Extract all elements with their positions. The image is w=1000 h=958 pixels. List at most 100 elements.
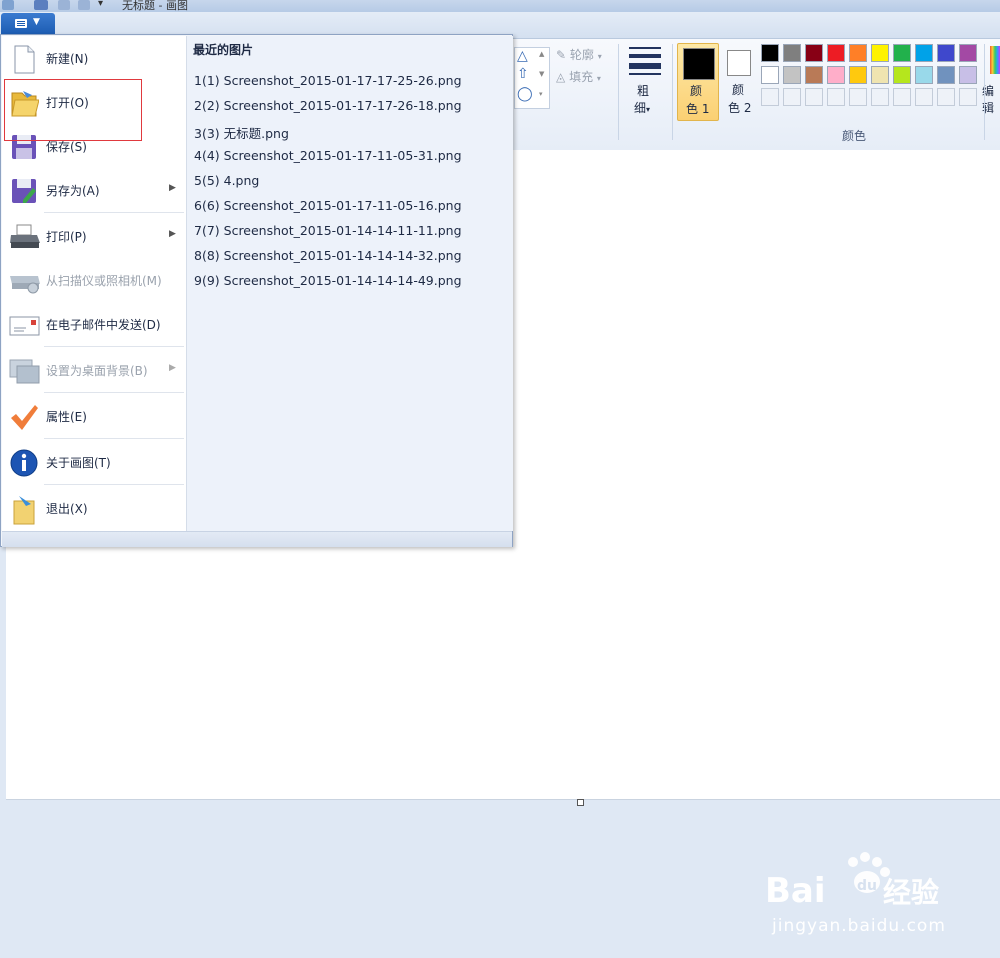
line-size-icon bbox=[629, 47, 661, 75]
menu-item-label: 另存为(A) bbox=[46, 184, 100, 198]
save-as-icon bbox=[9, 176, 39, 206]
gallery-scroll-down-icon[interactable]: ▼ bbox=[539, 70, 544, 78]
recent-item[interactable]: 6(6) Screenshot_2015-01-17-11-05-16.png bbox=[194, 198, 462, 213]
recent-item[interactable]: 5(5) 4.png bbox=[194, 173, 259, 188]
palette-swatch[interactable] bbox=[849, 66, 867, 84]
recent-item[interactable]: 9(9) Screenshot_2015-01-14-14-14-49.png bbox=[194, 273, 462, 288]
svg-text:du: du bbox=[857, 878, 877, 894]
palette-swatch[interactable] bbox=[937, 66, 955, 84]
palette-swatch[interactable] bbox=[783, 44, 801, 62]
palette-swatch[interactable] bbox=[805, 66, 823, 84]
menu-separator bbox=[44, 484, 184, 485]
menu-item-print[interactable]: 打印(P) ▶ bbox=[1, 214, 185, 258]
edit-colors-icon[interactable] bbox=[990, 46, 1000, 74]
fill-dropdown[interactable]: ◬ 填充 ▾ bbox=[556, 68, 601, 85]
menu-item-properties[interactable]: 属性(E) bbox=[1, 394, 185, 438]
recent-item[interactable]: 2(2) Screenshot_2015-01-17-17-26-18.png bbox=[194, 98, 462, 113]
palette-swatch[interactable] bbox=[761, 66, 779, 84]
quick-save-icon[interactable] bbox=[34, 0, 48, 10]
menu-separator bbox=[44, 438, 184, 439]
undo-icon[interactable] bbox=[58, 0, 70, 10]
menu-footer bbox=[2, 531, 512, 547]
custom-color-slot[interactable] bbox=[805, 88, 823, 106]
color-palette bbox=[761, 44, 983, 112]
submenu-arrow-icon: ▶ bbox=[169, 183, 176, 193]
custom-color-slot[interactable] bbox=[937, 88, 955, 106]
palette-swatch[interactable] bbox=[849, 44, 867, 62]
paint-app-icon[interactable] bbox=[2, 0, 14, 10]
watermark-site-text: jingyan.baidu.com bbox=[772, 916, 946, 936]
svg-text:Bai: Bai bbox=[765, 871, 826, 911]
menu-item-save-as[interactable]: 另存为(A) ▶ bbox=[1, 168, 185, 212]
palette-swatch[interactable] bbox=[893, 44, 911, 62]
palette-swatch[interactable] bbox=[805, 44, 823, 62]
custom-color-slot[interactable] bbox=[959, 88, 977, 106]
submenu-arrow-icon: ▶ bbox=[169, 229, 176, 239]
shapes-gallery[interactable]: △ ⇧ ◯ ▲ ▼ ▾ bbox=[514, 47, 550, 109]
menu-separator bbox=[44, 212, 184, 213]
menu-item-email[interactable]: 在电子邮件中发送(D) bbox=[1, 302, 185, 346]
menu-item-exit[interactable]: 退出(X) bbox=[1, 486, 185, 530]
menu-item-about[interactable]: 关于画图(T) bbox=[1, 440, 185, 484]
custom-color-slot[interactable] bbox=[783, 88, 801, 106]
color2-button[interactable]: 颜 色 2 bbox=[722, 43, 758, 121]
color1-label-line1: 颜 bbox=[690, 84, 703, 98]
size-button[interactable]: 粗 细▾ bbox=[626, 44, 666, 118]
recent-item[interactable]: 1(1) Screenshot_2015-01-17-17-25-26.png bbox=[194, 73, 462, 88]
palette-swatch[interactable] bbox=[959, 44, 977, 62]
palette-swatch[interactable] bbox=[915, 66, 933, 84]
scanner-icon bbox=[9, 266, 40, 296]
canvas-resize-handle[interactable] bbox=[577, 799, 584, 806]
custom-color-slot[interactable] bbox=[761, 88, 779, 106]
callout-shape-icon[interactable]: ◯ bbox=[517, 86, 533, 102]
palette-swatch[interactable] bbox=[783, 66, 801, 84]
color1-swatch bbox=[683, 48, 715, 80]
custom-color-slot[interactable] bbox=[915, 88, 933, 106]
custom-color-slot[interactable] bbox=[849, 88, 867, 106]
custom-color-slot[interactable] bbox=[871, 88, 889, 106]
redo-icon[interactable] bbox=[78, 0, 90, 10]
custom-color-slot[interactable] bbox=[827, 88, 845, 106]
customize-quick-access-icon[interactable]: ▾ bbox=[98, 0, 103, 9]
gallery-scroll-up-icon[interactable]: ▲ bbox=[539, 50, 544, 58]
palette-swatch[interactable] bbox=[761, 44, 779, 62]
colors-group-label: 颜色 bbox=[842, 129, 867, 143]
menu-item-label: 在电子邮件中发送(D) bbox=[46, 318, 161, 332]
menu-item-scanner[interactable]: 从扫描仪或照相机(M) bbox=[1, 258, 185, 302]
palette-swatch[interactable] bbox=[827, 66, 845, 84]
recent-item[interactable]: 7(7) Screenshot_2015-01-14-14-11-11.png bbox=[194, 223, 462, 238]
paint-menu-button[interactable]: ▼ bbox=[1, 13, 55, 35]
palette-swatch[interactable] bbox=[937, 44, 955, 62]
gallery-expand-icon[interactable]: ▾ bbox=[539, 90, 543, 98]
palette-swatch[interactable] bbox=[959, 66, 977, 84]
palette-swatch[interactable] bbox=[871, 66, 889, 84]
menu-item-label: 关于画图(T) bbox=[46, 456, 111, 470]
menu-item-new[interactable]: 新建(N) bbox=[1, 36, 185, 80]
submenu-arrow-icon: ▶ bbox=[169, 363, 176, 373]
palette-swatch[interactable] bbox=[893, 66, 911, 84]
menu-item-desktop-background[interactable]: 设置为桌面背景(B) ▶ bbox=[1, 348, 185, 392]
recent-item[interactable]: 8(8) Screenshot_2015-01-14-14-14-32.png bbox=[194, 248, 462, 263]
chevron-down-icon: ▾ bbox=[596, 74, 601, 83]
fill-bucket-icon: ◬ bbox=[556, 70, 566, 84]
custom-color-slot[interactable] bbox=[893, 88, 911, 106]
baidu-jingyan-watermark: Bai du 经验 bbox=[765, 850, 945, 915]
checkmark-icon bbox=[9, 402, 39, 432]
recent-item[interactable]: 4(4) Screenshot_2015-01-17-11-05-31.png bbox=[194, 148, 462, 163]
palette-swatch[interactable] bbox=[871, 44, 889, 62]
exit-icon bbox=[9, 494, 39, 525]
info-icon bbox=[9, 448, 39, 478]
palette-swatch[interactable] bbox=[827, 44, 845, 62]
palette-swatch[interactable] bbox=[915, 44, 933, 62]
triangle-shape-icon[interactable]: △ bbox=[517, 48, 528, 64]
menu-item-label: 退出(X) bbox=[46, 502, 88, 516]
arrow-up-shape-icon[interactable]: ⇧ bbox=[517, 66, 529, 82]
outline-label: 轮廓 bbox=[569, 48, 594, 62]
menu-item-label: 属性(E) bbox=[46, 410, 87, 424]
outline-dropdown[interactable]: ✎ 轮廓 ▾ bbox=[556, 46, 602, 63]
menu-document-icon bbox=[15, 19, 27, 28]
color1-button[interactable]: 颜 色 1 bbox=[677, 43, 719, 121]
recent-item[interactable]: 3(3) 无标题.png bbox=[194, 123, 289, 142]
size-label-line1: 粗 bbox=[637, 84, 650, 98]
group-separator bbox=[618, 44, 619, 140]
